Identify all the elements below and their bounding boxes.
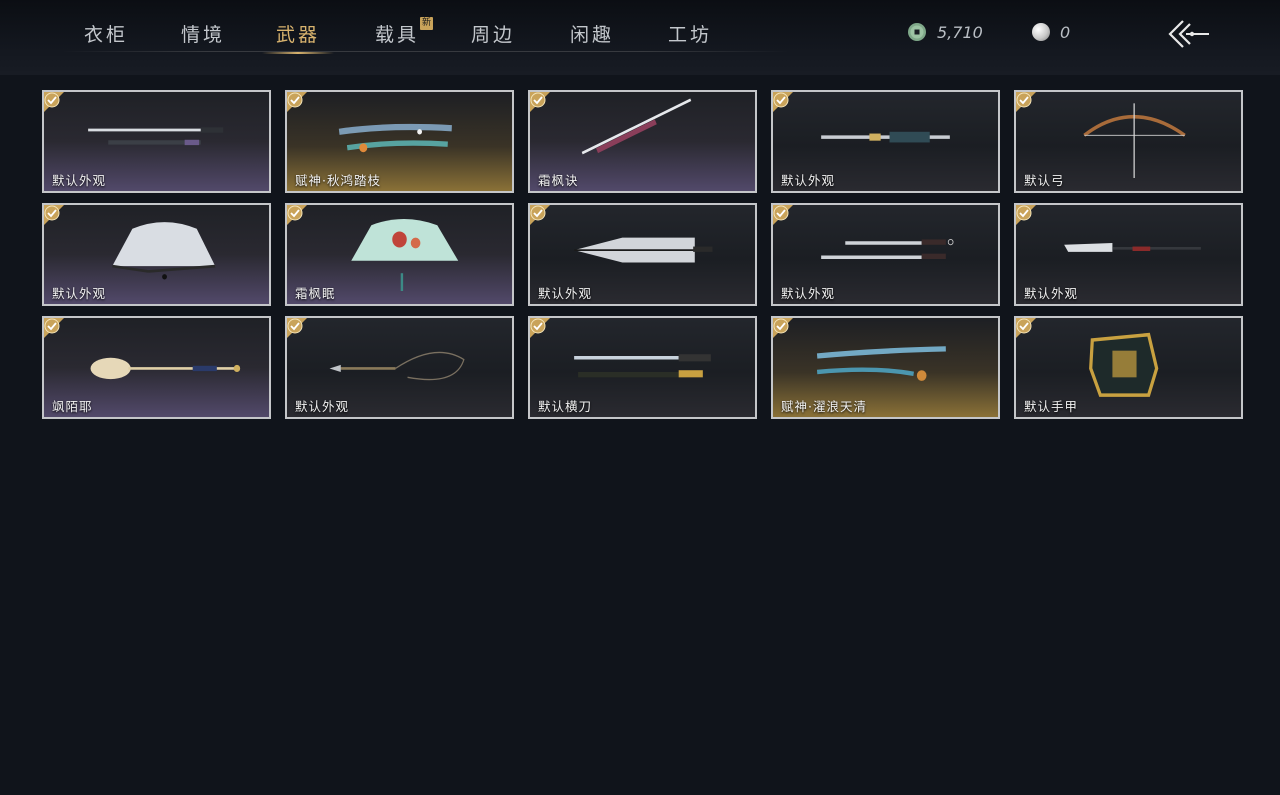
weapon-name: 默认外观: [781, 286, 836, 301]
owned-check-icon: [1016, 318, 1036, 338]
tab-weapons[interactable]: 武器: [261, 20, 335, 54]
jade-coin-icon: [908, 23, 926, 41]
pearl-icon: [1032, 23, 1050, 41]
tab-merch[interactable]: 周边: [471, 20, 515, 52]
owned-check-icon: [44, 92, 64, 112]
new-badge: 新: [420, 17, 434, 30]
pearl-value: 0: [1060, 22, 1071, 42]
tab-workshop[interactable]: 工坊: [668, 20, 712, 52]
weapon-card[interactable]: 赋神·秋鸿踏枝: [285, 90, 514, 193]
weapon-card[interactable]: 默认弓: [1014, 90, 1243, 193]
weapon-name: 默认手甲: [1024, 399, 1079, 414]
weapon-hengdao-icon: [574, 354, 711, 378]
weapon-fan-white-icon: [112, 222, 216, 280]
weapon-card[interactable]: 赋神·濯浪天清: [771, 316, 1000, 419]
weapon-card[interactable]: 默认外观: [528, 203, 757, 306]
weapon-name: 默认外观: [52, 286, 107, 301]
weapon-gauntlet-icon: [1089, 332, 1159, 397]
weapon-name: 赋神·秋鸿踏枝: [295, 173, 381, 188]
weapon-rope-dart-icon: [329, 351, 465, 381]
weapon-card[interactable]: 霜枫眠: [285, 203, 514, 306]
weapon-card[interactable]: 默认外观: [771, 90, 1000, 193]
top-nav-bar: 衣柜 情境 武器 载具 新 周边 闲趣 工坊 5,710 0: [0, 0, 1280, 75]
weapon-name: 默认外观: [781, 173, 836, 188]
tab-label: 周边: [471, 24, 516, 46]
owned-check-icon: [1016, 92, 1036, 112]
weapon-name: 默认外观: [52, 173, 107, 188]
weapon-card[interactable]: 默认外观: [771, 203, 1000, 306]
weapon-name: 赋神·濯浪天清: [781, 399, 867, 414]
weapon-spirit-blade-icon: [338, 123, 452, 153]
owned-check-icon: [44, 205, 64, 225]
tab-label: 闲趣: [570, 24, 615, 46]
owned-check-icon: [287, 318, 307, 338]
tab-label: 情境: [181, 24, 226, 46]
coin-value: 5,710: [937, 22, 983, 42]
tab-scene[interactable]: 情境: [181, 20, 225, 52]
weapon-glaive-icon: [1064, 243, 1201, 252]
owned-check-icon: [773, 92, 793, 112]
owned-check-icon: [1016, 205, 1036, 225]
weapon-name: 霜枫诀: [538, 173, 579, 188]
weapon-card[interactable]: 默认外观: [1014, 203, 1243, 306]
weapon-name: 默认横刀: [538, 399, 593, 414]
weapon-sword-pair-icon: [88, 127, 224, 146]
weapon-bow-icon: [1083, 103, 1186, 178]
weapon-spirit-blade-blue-icon: [816, 346, 946, 381]
weapon-hammer-staff-icon: [821, 131, 950, 143]
weapon-card[interactable]: 霜枫诀: [528, 90, 757, 193]
weapon-long-blade-icon: [581, 98, 692, 155]
owned-check-icon: [530, 92, 550, 112]
tab-wardrobe[interactable]: 衣柜: [84, 20, 128, 52]
owned-check-icon: [287, 92, 307, 112]
weapon-card[interactable]: 默认手甲: [1014, 316, 1243, 419]
weapon-card[interactable]: 默认外观: [285, 316, 514, 419]
weapon-card[interactable]: 默认外观: [42, 90, 271, 193]
weapon-name: 默认外观: [295, 399, 350, 414]
weapon-name: 默认外观: [1024, 286, 1079, 301]
owned-check-icon: [530, 205, 550, 225]
coin-balance: 5,710: [907, 21, 983, 43]
back-arrow-icon: [1168, 20, 1209, 48]
weapon-name: 飒陌耶: [52, 399, 93, 414]
weapon-name: 霜枫眠: [295, 286, 336, 301]
owned-check-icon: [530, 318, 550, 338]
owned-check-icon: [287, 205, 307, 225]
weapon-name: 默认弓: [1024, 173, 1065, 188]
tab-label: 武器: [276, 24, 321, 46]
tab-label: 衣柜: [84, 24, 129, 46]
pearl-balance: 0: [1032, 21, 1070, 43]
tab-vehicles[interactable]: 载具 新: [375, 17, 434, 52]
weapon-card[interactable]: 飒陌耶: [42, 316, 271, 419]
back-button[interactable]: [1165, 18, 1211, 50]
weapon-name: 默认外观: [538, 286, 593, 301]
owned-check-icon: [773, 318, 793, 338]
tab-label: 载具: [375, 24, 420, 46]
owned-check-icon: [44, 318, 64, 338]
weapon-grid: 默认外观 赋神·秋鸿踏枝 霜枫诀 默认外观 默认弓 默认外观 霜枫眠 默认外观 默认外观 默认外观…: [42, 90, 1244, 420]
weapon-fan-floral-icon: [351, 219, 459, 291]
weapon-card[interactable]: 默认横刀: [528, 316, 757, 419]
weapon-card[interactable]: 默认外观: [42, 203, 271, 306]
tab-label: 工坊: [668, 24, 713, 46]
owned-check-icon: [773, 205, 793, 225]
tab-leisure[interactable]: 闲趣: [570, 20, 614, 52]
weapon-scepter-icon: [90, 357, 241, 380]
weapon-twin-blades-icon: [821, 239, 954, 259]
weapon-umbrella-icon: [574, 237, 713, 263]
